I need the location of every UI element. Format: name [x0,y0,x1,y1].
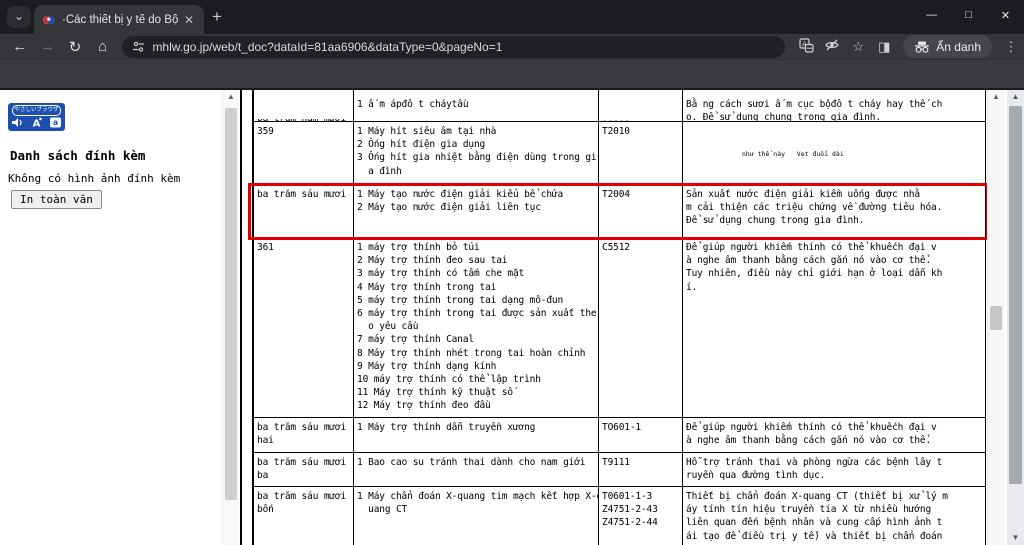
maximize-button[interactable]: □ [950,0,987,30]
tab-search-button[interactable]: ⌄ [7,6,31,28]
menu-dots-icon[interactable]: ⋮ [998,39,1024,55]
window-scroll-thumb[interactable] [1009,106,1022,484]
attachments-heading: Danh sách đính kèm [10,148,145,163]
highlight-box [248,183,989,240]
side-panel-icon[interactable]: ◨ [871,39,897,55]
font-size-icon[interactable]: A [30,117,43,128]
cell-code: T9111 [599,453,683,486]
cell-devices: 1 Máy chẩn đoán X-quang tim mạch kết hợp… [354,487,599,545]
cell-devices: 1 Bao cao su tránh thai dành cho nam giớ… [354,453,599,486]
tab-strip: ⌄ ·Các thiết bị y tế do Bộ trưởng ✕ + — … [0,0,1024,34]
translate-widget-icon[interactable]: a [49,117,62,128]
home-icon[interactable]: ⌂ [89,38,117,55]
url-text: mhlw.go.jp/web/t_doc?dataId=81aa6906&dat… [152,40,502,54]
main-frame-scrollbar[interactable]: ▲ [987,90,1004,545]
close-button[interactable]: ✕ [987,0,1024,30]
full-text-button[interactable]: In toàn văn [11,190,102,209]
incognito-icon [914,41,930,53]
scroll-up-icon[interactable]: ▲ [1007,90,1024,104]
tab-close-icon[interactable]: ✕ [184,13,194,27]
sidebar-scroll-thumb[interactable] [225,108,237,500]
new-tab-button[interactable]: + [212,7,222,27]
svg-text:a: a [53,118,58,127]
scroll-up-icon[interactable]: ▲ [988,90,1004,104]
cell-description: Bằ ng cách sươi ấ m cục bộđô t cháy hay … [683,90,986,121]
sidebar-frame: やさしいブラウザ A a Danh sách đính kèm Không có… [0,90,240,545]
minimize-button[interactable]: — [913,0,950,30]
page-content: やさしいブラウザ A a Danh sách đính kèm Không có… [0,88,1024,545]
cell-number: ba trăm sáu mươi bốn [254,487,354,545]
main-frame-scroll-thumb[interactable] [990,306,1002,330]
cell-code: T0601-1-3 Z4751-2-43 Z4751-2-44 [599,487,683,545]
cell-devices: 1 ấ m ápđô t cháytầu [354,90,599,121]
reload-icon[interactable]: ↻ [61,38,89,56]
bookmark-star-icon[interactable]: ☆ [845,39,871,55]
cell-description: Để giúp người khiếm thính có thể khuếch … [683,418,986,452]
scroll-down-icon[interactable]: ▼ [1007,531,1024,545]
cell-description: Hỗ trợ tránh thai và phòng ngừa các bệnh… [683,453,986,486]
table-row: 361 1 máy trợ thính bỏ túi 2 Máy trợ thí… [254,238,986,418]
translate-icon[interactable]: A [793,38,819,56]
scroll-up-icon[interactable]: ▲ [223,90,239,104]
svg-text:A: A [33,118,41,128]
widget-label: やさしいブラウザ [12,105,61,116]
main-frame: ba trăm năm mươi tám 1 ấ m ápđô t cháytầ… [242,90,1007,545]
back-icon[interactable]: ← [6,38,34,55]
speaker-icon[interactable] [11,117,24,128]
cell-number: ba trăm sáu mươi ba [254,453,354,486]
cell-code: T2010 [599,122,683,184]
cell-description: Thiết bị chẩn đoán X-quang CT (thiết bị … [683,487,986,545]
cell-devices: 1 máy trợ thính bỏ túi 2 Máy trợ thính đ… [354,238,599,417]
eye-off-icon[interactable] [819,38,845,55]
cell-number: 359 [254,122,354,184]
cell-description: như thế này Vẹt đuổi dài mũi lỗ Và họng … [683,122,986,184]
toolbar-actions: A ☆ ◨ Ẩn danh ⋮ [793,35,1024,58]
table-row: ba trăm sáu mươi ba 1 Bao cao su tránh t… [254,453,986,487]
table-row: ba trăm sáu mươi bốn 1 Máy chẩn đoán X-q… [254,487,986,545]
cell-number: ba trăm sáu mươi hai [254,418,354,452]
ruby-annotation: như thế này Vẹt đuổi dài [742,151,983,158]
window-controls: — □ ✕ [913,0,1024,30]
site-info-icon[interactable] [132,40,145,53]
forward-icon[interactable]: → [34,38,62,55]
cell-code: C5512 [599,238,683,417]
active-tab[interactable]: ·Các thiết bị y tế do Bộ trưởng ✕ [34,5,204,34]
cell-description: Để giúp người khiếm thính có thể khuếch … [683,238,986,417]
cell-number: ba trăm năm mươi tám [254,90,354,121]
cell-devices: 1 Máy trợ thính dẫn truyền xương [354,418,599,452]
tab-title: ·Các thiết bị y tế do Bộ trưởng [62,14,180,26]
cell-devices: 1 Máy hít siêu âm tại nhà 2 Ống hít điện… [354,122,599,184]
site-favicon [42,13,56,27]
accessibility-widget[interactable]: やさしいブラウザ A a [8,103,65,131]
table-row: ba trăm năm mươi tám 1 ấ m ápđô t cháytầ… [254,90,986,122]
table-row: ba trăm sáu mươi hai 1 Máy trợ thính dẫn… [254,418,986,453]
cell-number: 361 [254,238,354,417]
table-row: 359 1 Máy hít siêu âm tại nhà 2 Ống hít … [254,122,986,185]
sidebar-scrollbar[interactable]: ▲ [222,90,239,545]
address-bar[interactable]: mhlw.go.jp/web/t_doc?dataId=81aa6906&dat… [122,36,785,58]
page-top-band [0,60,1024,88]
incognito-label: Ẩn danh [936,40,981,54]
cell-code: TO601-1 [599,418,683,452]
device-table: ba trăm năm mươi tám 1 ấ m ápđô t cháytầ… [252,90,986,545]
incognito-badge[interactable]: Ẩn danh [903,35,992,58]
cell-code: ----- [599,90,683,121]
window-scrollbar[interactable]: ▲ ▼ [1007,90,1024,545]
browser-toolbar: ← → ↻ ⌂ mhlw.go.jp/web/t_doc?dataId=81aa… [0,34,1024,60]
no-attachments-text: Không có hình ảnh đính kèm [8,172,180,185]
